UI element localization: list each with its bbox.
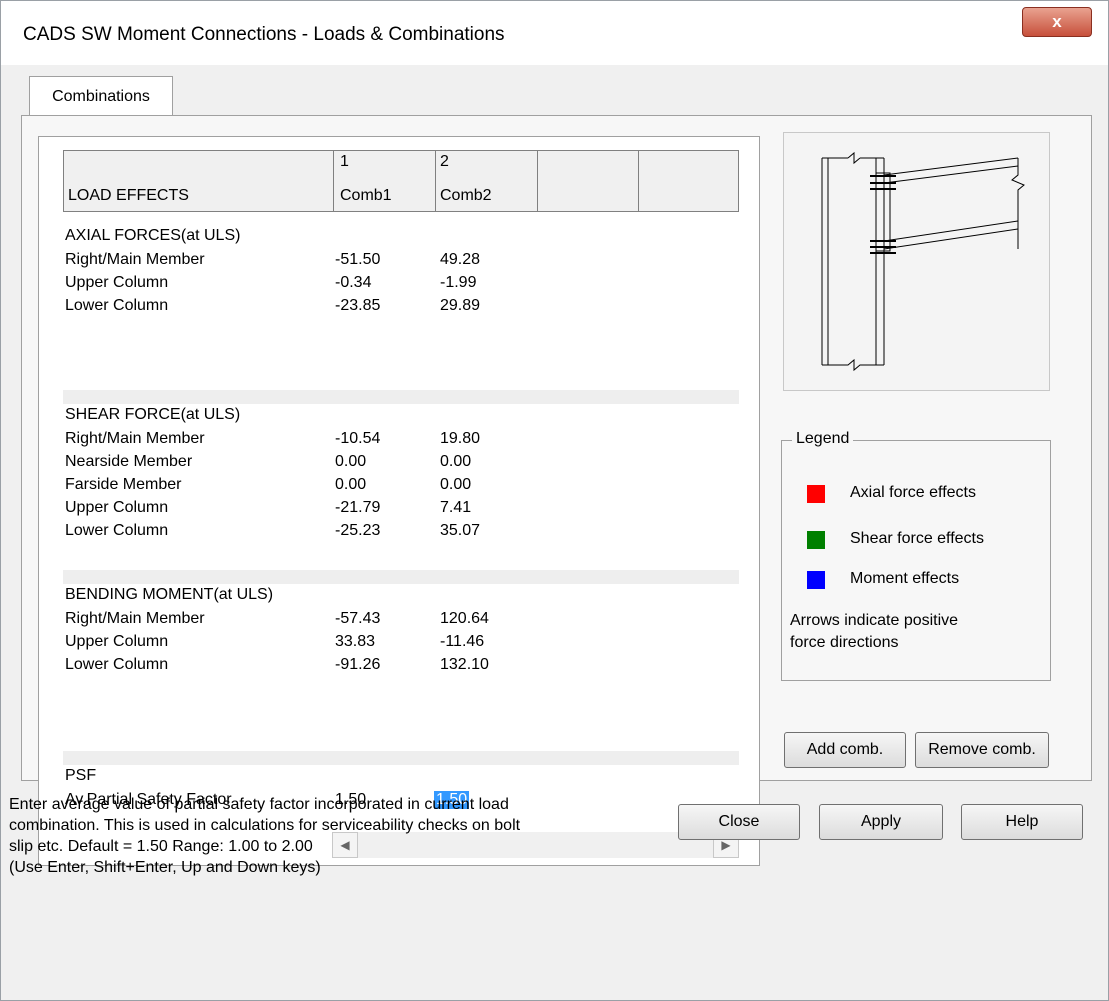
bending-moment-section: BENDING MOMENT(at ULS) Right/Main Member…: [63, 584, 739, 750]
cell-value[interactable]: 0.00: [440, 453, 471, 471]
cell-value[interactable]: -57.43: [335, 610, 380, 628]
row-label: Right/Main Member: [65, 610, 205, 627]
header-col-1-name: Comb1: [340, 187, 392, 204]
row-label: Farside Member: [65, 476, 182, 493]
title-bar: CADS SW Moment Connections - Loads & Com…: [1, 1, 1108, 65]
section-title: PSF: [65, 767, 97, 784]
legend-title: Legend: [792, 430, 854, 448]
cell-value[interactable]: 19.80: [440, 430, 480, 448]
cell-value[interactable]: -10.54: [335, 430, 380, 448]
dialog-window: CADS SW Moment Connections - Loads & Com…: [0, 0, 1109, 1001]
row-label: Right/Main Member: [65, 430, 205, 447]
header-col-2[interactable]: 2 Comb2: [436, 151, 538, 211]
tab-combinations[interactable]: Combinations: [29, 76, 173, 116]
cell-value[interactable]: 0.00: [335, 476, 366, 494]
header-col-4: [639, 151, 738, 211]
shear-force-section: SHEAR FORCE(at ULS) Right/Main Member -1…: [63, 404, 739, 569]
header-col-label: LOAD EFFECTS: [64, 151, 334, 211]
row-label: Upper Column: [65, 499, 169, 516]
axial-color-swatch: [807, 485, 825, 503]
cell-value[interactable]: 33.83: [335, 633, 375, 651]
legend-group: Legend Axial force effects Shear force e…: [781, 430, 1051, 681]
cell-value[interactable]: 29.89: [440, 297, 480, 315]
row-label: Nearside Member: [65, 453, 193, 470]
status-line: slip etc. Default = 1.50 Range: 1.00 to …: [9, 838, 313, 855]
status-help-text: Enter average value of partial safety fa…: [9, 794, 669, 878]
apply-button[interactable]: Apply: [819, 804, 943, 840]
cell-value[interactable]: -25.23: [335, 522, 380, 540]
axial-forces-section: AXIAL FORCES(at ULS) Right/Main Member -…: [63, 225, 739, 390]
close-window-button[interactable]: x: [1022, 7, 1092, 37]
legend-shear-label: Shear force effects: [850, 530, 984, 547]
cell-value[interactable]: -11.46: [440, 633, 484, 651]
row-label: Upper Column: [65, 274, 169, 291]
section-title: BENDING MOMENT(at ULS): [65, 586, 274, 603]
remove-comb-button[interactable]: Remove comb.: [915, 732, 1049, 768]
row-label: Lower Column: [65, 522, 169, 539]
close-button[interactable]: Close: [678, 804, 800, 840]
cell-value[interactable]: 7.41: [440, 499, 471, 517]
row-label: Right/Main Member: [65, 251, 205, 268]
legend-axial-label: Axial force effects: [850, 484, 976, 501]
cell-value[interactable]: 49.28: [440, 251, 480, 269]
legend-note-line2: force directions: [790, 634, 899, 651]
cell-value[interactable]: 120.64: [440, 610, 489, 628]
row-label: Lower Column: [65, 656, 169, 673]
section-divider: [63, 570, 739, 584]
legend-note-line1: Arrows indicate positive: [790, 612, 959, 629]
section-divider: [63, 390, 739, 404]
cell-value[interactable]: -1.99: [440, 274, 476, 292]
cell-value[interactable]: -51.50: [335, 251, 380, 269]
cell-value[interactable]: 0.00: [335, 453, 366, 471]
section-divider: [63, 751, 739, 765]
row-label: Upper Column: [65, 633, 169, 650]
cell-value[interactable]: -23.85: [335, 297, 380, 315]
header-col-1-number: 1: [340, 153, 349, 170]
shear-color-swatch: [807, 531, 825, 549]
section-title: AXIAL FORCES(at ULS): [65, 227, 241, 244]
status-line: combination. This is used in calculation…: [9, 817, 521, 834]
cell-value[interactable]: 35.07: [440, 522, 480, 540]
add-comb-button[interactable]: Add comb.: [784, 732, 906, 768]
header-col-2-number: 2: [440, 153, 449, 170]
cell-value[interactable]: -91.26: [335, 656, 380, 674]
moment-connection-diagram-icon: [821, 151, 1025, 372]
header-load-effects: LOAD EFFECTS: [68, 187, 189, 204]
legend-moment-label: Moment effects: [850, 570, 960, 587]
cell-value[interactable]: -21.79: [335, 499, 380, 517]
grid-header: LOAD EFFECTS 1 Comb1 2 Comb2: [63, 150, 739, 212]
cell-value[interactable]: 132.10: [440, 656, 489, 674]
moment-color-swatch: [807, 571, 825, 589]
row-label: Lower Column: [65, 297, 169, 314]
help-button[interactable]: Help: [961, 804, 1083, 840]
status-line: Enter average value of partial safety fa…: [9, 796, 509, 813]
section-title: SHEAR FORCE(at ULS): [65, 406, 241, 423]
cell-value[interactable]: 0.00: [440, 476, 471, 494]
header-col-2-name: Comb2: [440, 187, 492, 204]
connection-diagram: [783, 132, 1050, 391]
status-line: (Use Enter, Shift+Enter, Up and Down key…: [9, 859, 321, 876]
header-col-3: [538, 151, 639, 211]
cell-value[interactable]: -0.34: [335, 274, 371, 292]
window-title: CADS SW Moment Connections - Loads & Com…: [23, 24, 505, 45]
header-col-1[interactable]: 1 Comb1: [334, 151, 436, 211]
